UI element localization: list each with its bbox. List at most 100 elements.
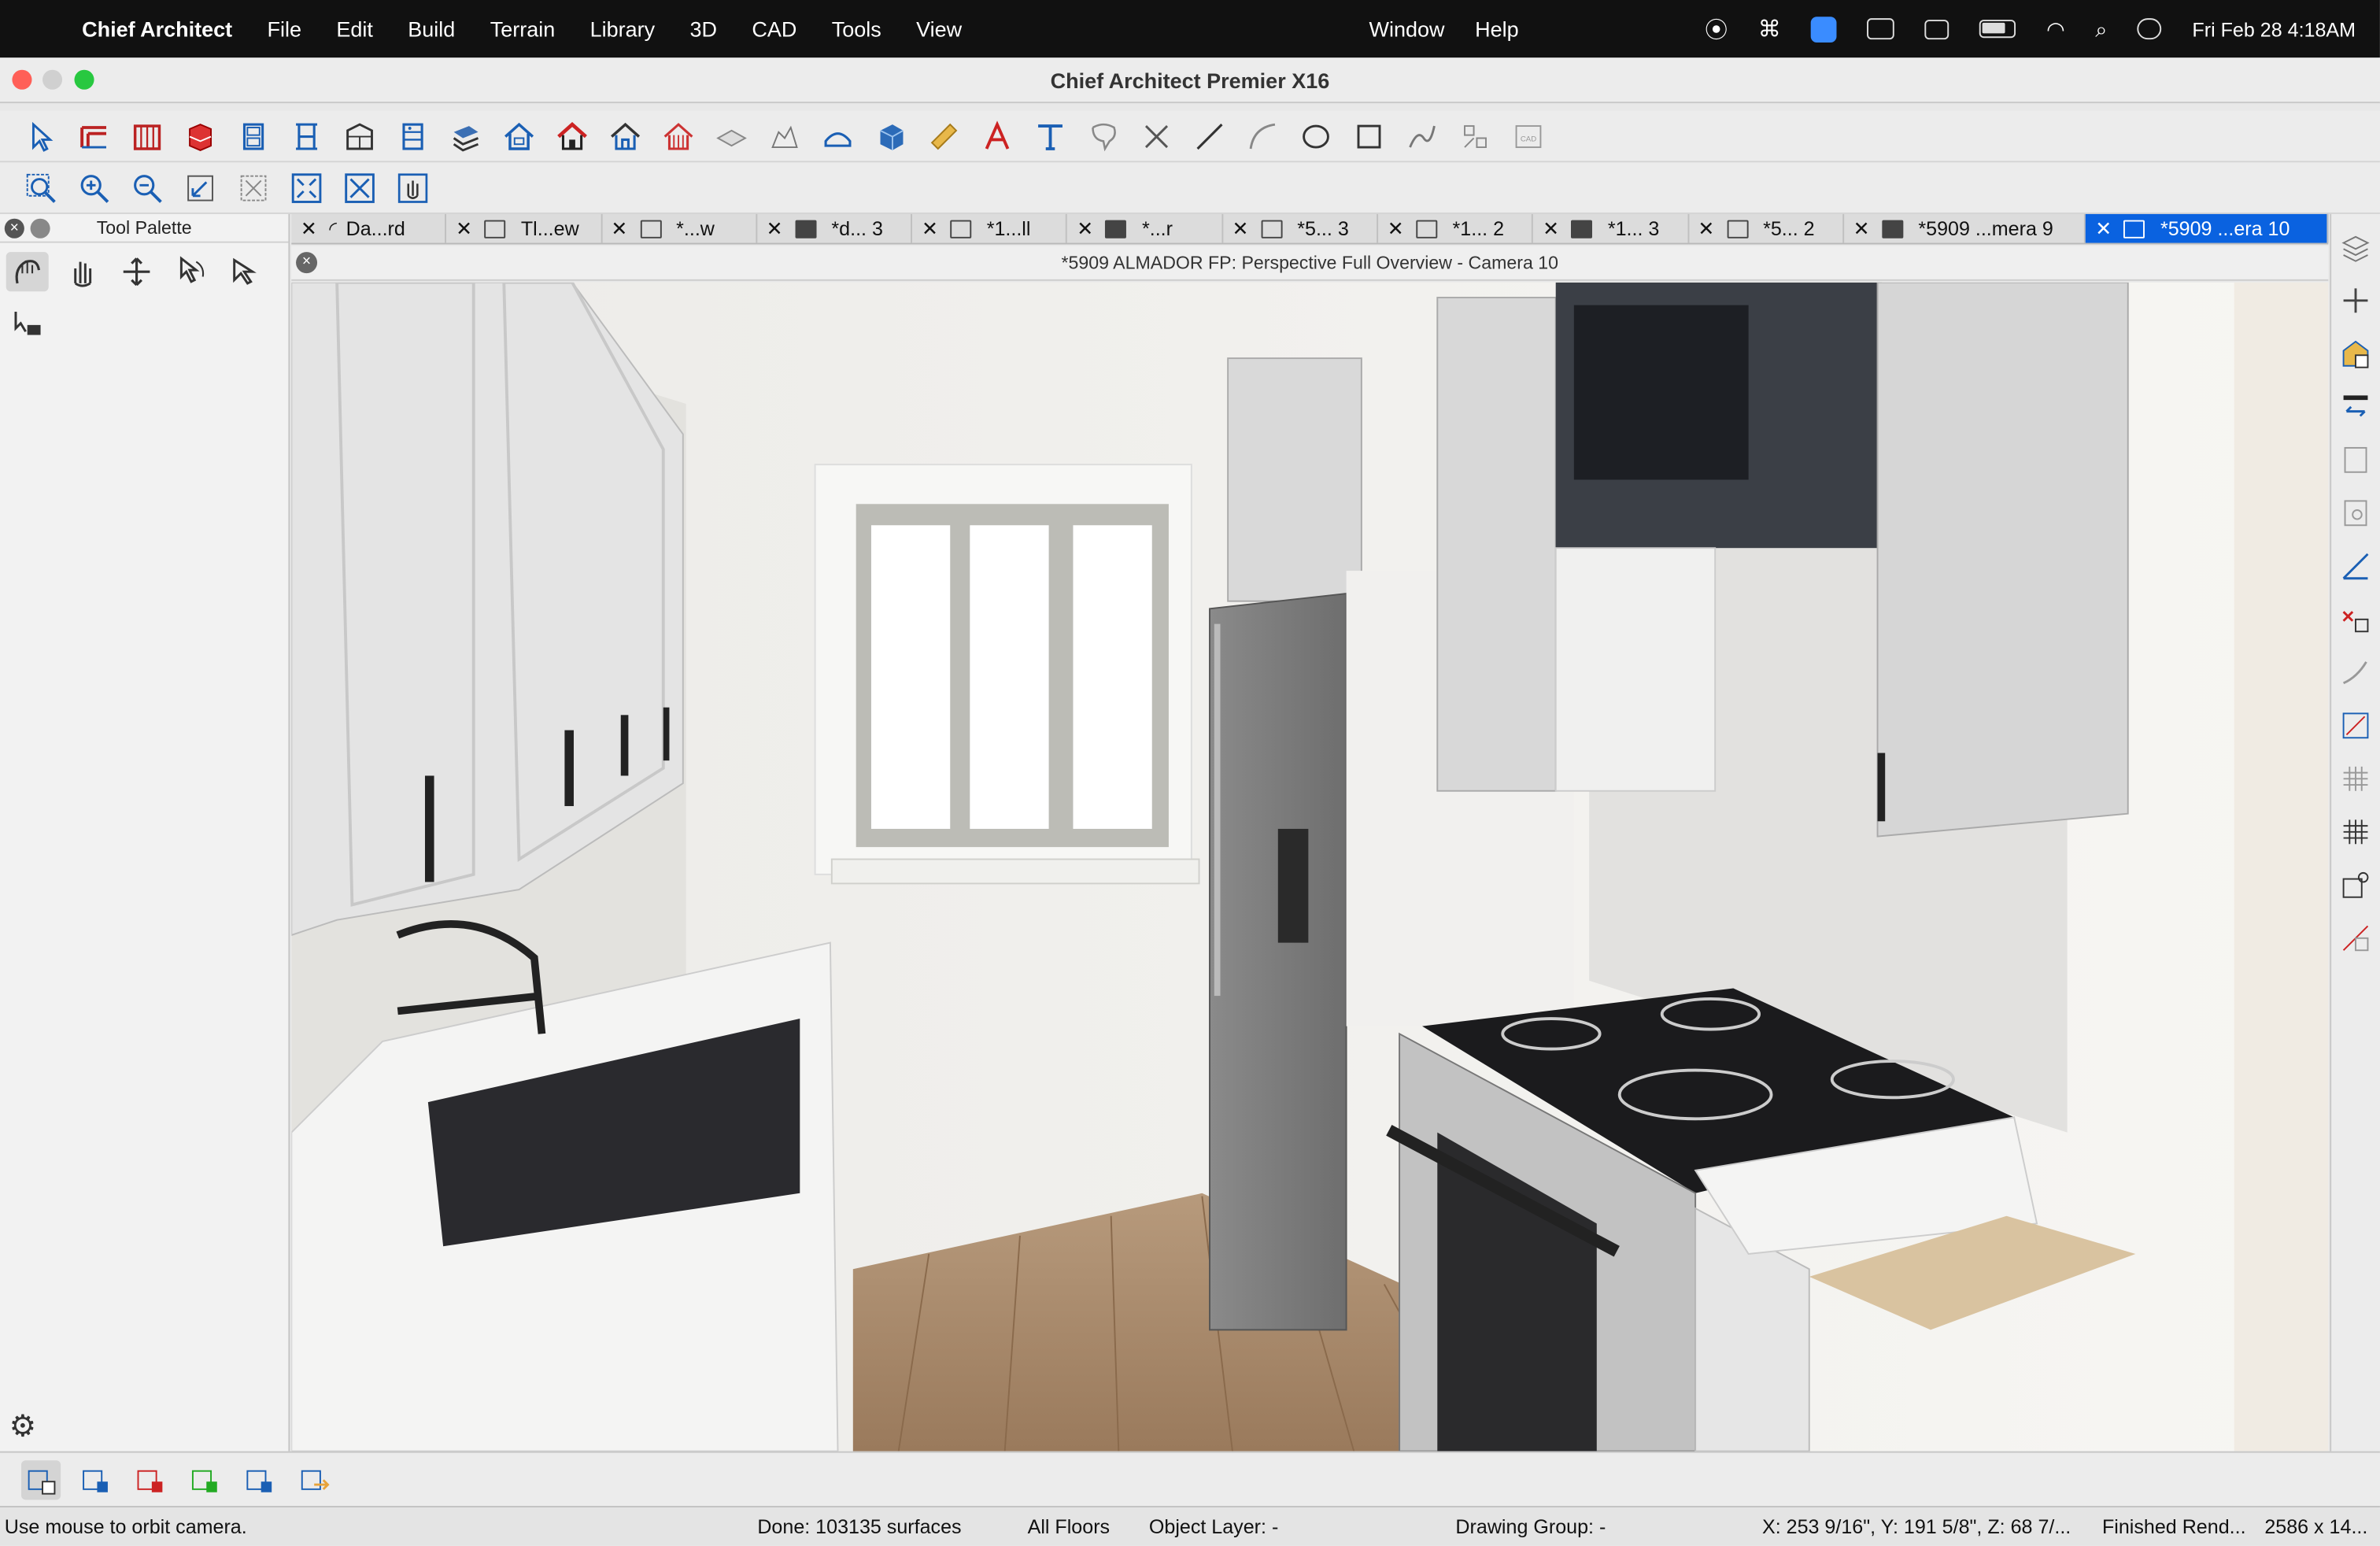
stairs-tool-button[interactable] — [393, 117, 432, 156]
cabinet-tool-button[interactable] — [180, 117, 220, 156]
camera-options-tool[interactable] — [6, 304, 49, 343]
menu-build[interactable]: Build — [408, 17, 455, 41]
menu-tools[interactable]: Tools — [832, 17, 881, 41]
wall-tool-button[interactable] — [74, 117, 113, 156]
plan-layer-button[interactable] — [240, 1459, 279, 1499]
tab-view-2[interactable]: ✕ Tl...ew — [447, 213, 602, 243]
kitchen-render[interactable] — [291, 282, 2329, 1452]
room-tool-button[interactable] — [499, 117, 538, 156]
layer-toolbar-button[interactable] — [2338, 229, 2374, 265]
window-tool-button[interactable] — [286, 117, 326, 156]
box-tool-button[interactable] — [1349, 117, 1388, 156]
find-button[interactable] — [2338, 495, 2374, 531]
close-window-button[interactable] — [12, 69, 32, 90]
door-tool-button[interactable] — [234, 117, 273, 156]
zoom-window-button[interactable] — [74, 69, 94, 90]
edit-area-button[interactable] — [2338, 708, 2374, 744]
add-button[interactable] — [2338, 283, 2374, 319]
active-layer-button[interactable] — [2338, 335, 2374, 372]
delete-tool-button[interactable] — [1136, 117, 1176, 156]
tab-view-5[interactable]: ✕ *1...ll — [912, 213, 1068, 243]
close-tab-icon[interactable]: ✕ — [1543, 216, 1559, 241]
roof-tool-button[interactable] — [552, 117, 592, 156]
tab-view-11[interactable]: ✕ *5909 ...mera 9 — [1844, 213, 2086, 243]
orbit-camera-tool[interactable] — [6, 252, 49, 292]
menu-window[interactable]: Window — [1369, 17, 1445, 41]
minimize-window-button[interactable] — [42, 69, 63, 90]
arc-tool-button[interactable] — [1243, 117, 1282, 156]
close-tab-icon[interactable]: ✕ — [1698, 216, 1714, 241]
menu-library[interactable]: Library — [590, 17, 656, 41]
fill-window-building-button[interactable] — [286, 168, 326, 207]
close-tab-icon[interactable]: ✕ — [2095, 216, 2112, 241]
menu-cad[interactable]: CAD — [752, 17, 796, 41]
pan-window-button[interactable] — [393, 168, 432, 207]
object-snap-button[interactable] — [2338, 601, 2374, 638]
building-layer-button[interactable] — [76, 1459, 115, 1499]
grid-button[interactable] — [2338, 760, 2374, 797]
battery-icon[interactable] — [1979, 20, 2016, 39]
page-button[interactable] — [2338, 442, 2374, 478]
3d-object-button[interactable] — [871, 117, 911, 156]
fill-window-all-button[interactable] — [340, 168, 379, 207]
close-tab-icon[interactable]: ✕ — [1388, 216, 1404, 241]
menu-help[interactable]: Help — [1475, 17, 1519, 41]
close-tab-icon[interactable]: ✕ — [301, 216, 317, 241]
tab-view-6[interactable]: ✕ *...r — [1068, 213, 1223, 243]
3d-viewport[interactable] — [291, 282, 2329, 1452]
app-menu[interactable]: Chief Architect — [82, 17, 232, 41]
floor-tool-button[interactable] — [446, 117, 486, 156]
zoom-window-tool[interactable] — [21, 168, 61, 207]
tilt-camera-tool[interactable] — [170, 252, 213, 291]
zoom-out-button[interactable] — [128, 168, 167, 207]
arc-snap-button[interactable] — [2338, 654, 2374, 690]
close-view-button[interactable]: × — [296, 252, 318, 274]
menu-3d[interactable]: 3D — [689, 17, 717, 41]
menu-edit[interactable]: Edit — [336, 17, 373, 41]
fill-window-button[interactable] — [234, 168, 273, 207]
transform-button[interactable] — [2338, 867, 2374, 903]
space-tool-button[interactable] — [818, 117, 857, 156]
cabinet-base-button[interactable] — [340, 117, 379, 156]
transfer-layer-button[interactable] — [294, 1459, 334, 1499]
control-center-icon[interactable] — [2137, 18, 2162, 40]
wifi-icon[interactable]: ◠ — [2046, 16, 2065, 42]
tab-view-8[interactable]: ✕ *1... 2 — [1378, 213, 1534, 243]
select-objects-button[interactable] — [21, 117, 61, 156]
move-camera-tool[interactable] — [116, 252, 158, 291]
tab-view-9[interactable]: ✕ *1... 3 — [1534, 213, 1689, 243]
callout-tool-button[interactable] — [1084, 117, 1123, 156]
close-tab-icon[interactable]: ✕ — [1232, 216, 1249, 241]
select-camera-tool[interactable] — [224, 252, 267, 291]
railing-tool-button[interactable] — [128, 117, 167, 156]
tab-view-4[interactable]: ✕ *d... 3 — [757, 213, 913, 243]
screen-share-icon[interactable] — [1924, 19, 1949, 39]
ceiling-tool-button[interactable] — [605, 117, 645, 156]
pan-camera-tool[interactable] — [61, 252, 103, 291]
tab-view-7[interactable]: ✕ *5... 3 — [1223, 213, 1379, 243]
tab-view-3[interactable]: ✕ *...w — [602, 213, 758, 243]
display-options-button[interactable] — [2338, 389, 2374, 425]
close-palette-button[interactable]: × — [4, 218, 24, 239]
tab-view-12-active[interactable]: ✕ *5909 ...era 10 — [2086, 213, 2329, 243]
gear-icon[interactable]: ⚙ — [9, 1407, 37, 1445]
browser-icon[interactable] — [1811, 16, 1838, 43]
close-tab-icon[interactable]: ✕ — [456, 216, 472, 241]
spline-tool-button[interactable] — [1402, 117, 1442, 156]
menu-file[interactable]: File — [268, 17, 302, 41]
layer-set-button[interactable] — [20, 1459, 61, 1500]
cad-blocks-button[interactable] — [1455, 117, 1495, 156]
dimension-tool-button[interactable] — [924, 117, 963, 156]
text-tool-button[interactable] — [1030, 117, 1070, 156]
grid-snap-button[interactable] — [2338, 814, 2374, 850]
menu-terrain[interactable]: Terrain — [490, 17, 556, 41]
cad-detail-button[interactable]: CAD — [1509, 117, 1548, 156]
zoom-in-button[interactable] — [74, 168, 113, 207]
terrain-tool-button[interactable] — [765, 117, 804, 156]
search-icon[interactable]: ⌕ — [2095, 16, 2107, 42]
roof-layer-button[interactable] — [131, 1459, 170, 1499]
display-icon[interactable] — [1867, 18, 1895, 40]
text-style-button[interactable] — [978, 117, 1017, 156]
siri-icon[interactable]: ⦿ — [1705, 13, 1728, 44]
close-tab-icon[interactable]: ✕ — [1077, 216, 1093, 241]
